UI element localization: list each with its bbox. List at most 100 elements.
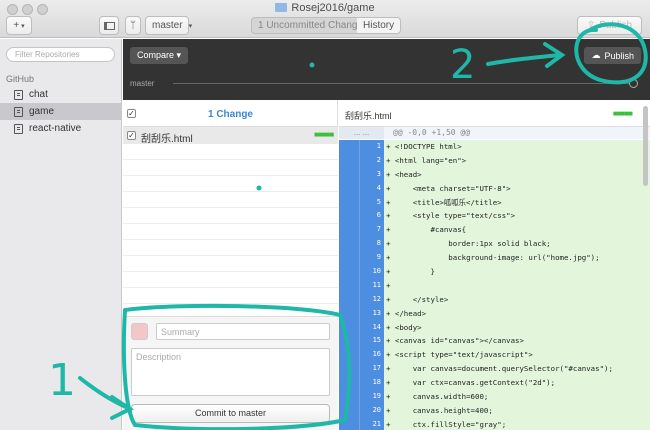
diff-line: 10 + } [339,265,650,279]
branch-toolbar: Compare ▾ ☁ Publish master [123,39,650,100]
repository-icon [14,106,23,117]
avatar [131,323,148,340]
old-line-number [339,265,360,279]
old-line-number [339,237,360,252]
branch-select[interactable]: master ▾ [145,16,192,35]
old-line-number [339,167,360,182]
old-line-number [339,209,360,224]
diff-line-code: + <canvas id="canvas"></canvas> [386,336,524,346]
diff-line-code: + <!DOCTYPE html> [386,142,462,151]
diff-file-name: 刮刮乐.html [345,111,392,121]
old-line-number [339,376,360,391]
old-line-number [339,251,360,266]
title-bar: Rosej2016/game + ▾ ᛘ master ▾ 1 Uncommitt… [0,0,650,38]
diff-line: 14 + <body> [339,320,650,335]
repository-icon [14,123,23,134]
old-line-number [339,195,360,210]
changes-panel: ✓ 1 Change ✓ 刮刮乐.html ■■■■■ Summary Desc… [123,100,338,430]
commit-description-input[interactable]: Description [131,348,330,396]
diff-lines: 1 + <!DOCTYPE html> 2 + <html lang="en"> 3 + … [339,140,650,430]
diff-line-code: + } [386,267,435,277]
changes-count: 1 Change [207,109,253,120]
old-line-number [339,390,360,404]
old-line-number [339,181,360,196]
diff-line: 6 + <style type="text/css"> [339,209,650,224]
additions-indicator-icon: ■■■■■ [612,109,633,118]
diff-line: 3 + <head> [339,167,650,182]
old-line-number [339,362,360,377]
window-title: Rosej2016/game [0,2,650,14]
diff-line: 7 + #canvas{ [339,223,650,238]
diff-line-code: + background-image: url("home.jpg"); [386,253,600,263]
old-line-number [339,320,360,335]
diff-panel: 刮刮乐.html ■■■■■ ... ... @@ -0,0 +1,50 @@ … [339,100,650,430]
branch-icon-button[interactable]: ᛘ [125,16,141,35]
diff-line-code: + border:1px solid black; [386,239,551,249]
diff-line-code: + <style type="text/css"> [386,211,516,221]
diff-line-code: + var canvas=document.querySelector("#ca… [386,364,613,374]
diff-line-code: + #canvas{ [386,225,467,235]
diff-line-code: + canvas.width=600; [386,392,489,402]
sync-button[interactable]: ⇪ Publish [577,16,642,35]
diff-line-code: + <meta charset="UTF-8"> [386,183,511,193]
sidebar-icon [103,21,115,30]
diff-line-code: + </head> [386,308,427,318]
old-line-number [339,140,360,154]
commit-button[interactable]: Commit to master [131,404,330,423]
diff-line-code: + var ctx=canvas.getContext("2d"); [386,378,556,388]
old-line-number [339,403,360,418]
hunk-header: ... ... @@ -0,0 +1,50 @@ [339,127,650,139]
hunk-header-text: @@ -0,0 +1,50 @@ [393,128,471,137]
diff-line: 15 + <canvas id="canvas"></canvas> [339,334,650,349]
chevron-down-icon: ▾ [188,22,193,30]
file-checkbox[interactable]: ✓ [127,131,136,140]
diff-line: 5 + <title>呱呱乐</title> [339,195,650,210]
branch-icon: ᛘ [130,20,136,31]
sidebar-item-react-native[interactable]: react-native [0,120,122,137]
diff-scrollbar[interactable] [643,106,648,186]
old-line-number [339,153,360,168]
diff-line: 17 + var canvas=document.querySelector("#… [339,362,650,377]
old-line-number [339,292,360,307]
branch-timeline-label: master [130,79,155,88]
diff-line-code: + <html lang="en"> [386,155,467,165]
filter-repositories-input[interactable]: Filter Repositories [6,47,115,62]
sidebar-section-github: GitHub [6,74,35,84]
add-repository-button[interactable]: + ▾ [6,16,32,35]
diff-line: 4 + <meta charset="UTF-8"> [339,181,650,196]
old-line-number [339,417,360,430]
changed-file-row[interactable]: ✓ 刮刮乐.html ■■■■■ [123,127,338,145]
diff-line: 11 + [339,278,650,293]
sidebar-item-game[interactable]: game [0,103,122,120]
diff-line: 19 + canvas.width=600; [339,390,650,404]
sidebar: Filter Repositories GitHub chat game rea… [0,39,122,430]
compare-button[interactable]: Compare ▾ [130,47,189,64]
diff-line-code: + ctx.fillStyle="gray"; [386,419,507,429]
diff-header: 刮刮乐.html ■■■■■ [339,100,650,127]
diff-line-code: + <body> [386,322,422,332]
old-line-number [339,334,360,349]
commit-summary-input[interactable]: Summary [156,323,330,340]
diff-line: 8 + border:1px solid black; [339,237,650,252]
diff-line-code: + <head> [386,169,422,179]
diff-line: 13 + </head> [339,306,650,321]
toggle-sidebar-button[interactable] [99,16,119,35]
folder-icon [275,3,288,12]
diff-line: 9 + background-image: url("home.jpg"); [339,251,650,266]
diff-line: 12 + </style> [339,292,650,307]
diff-line-code: + </style> [386,294,449,304]
publish-button[interactable]: ☁ Publish [584,47,641,64]
diff-line: 16 + <script type="text/javascript"> [339,348,650,363]
diff-line: 1 + <!DOCTYPE html> [339,140,650,154]
diff-line: 21 + ctx.fillStyle="gray"; [339,417,650,430]
tab-history[interactable]: History [357,17,402,34]
diff-line-code: + <title>呱呱乐</title> [386,197,502,207]
changes-header: ✓ 1 Change [123,100,338,127]
sidebar-item-chat[interactable]: chat [0,86,122,103]
branch-node-icon[interactable] [629,79,638,88]
tab-uncommitted-changes[interactable]: 1 Uncommitted Change [251,17,371,34]
empty-file-list [123,144,338,319]
diff-line-code: + <script type="text/javascript"> [386,350,533,360]
diff-line-code: + [386,280,391,290]
old-line-number [339,223,360,238]
